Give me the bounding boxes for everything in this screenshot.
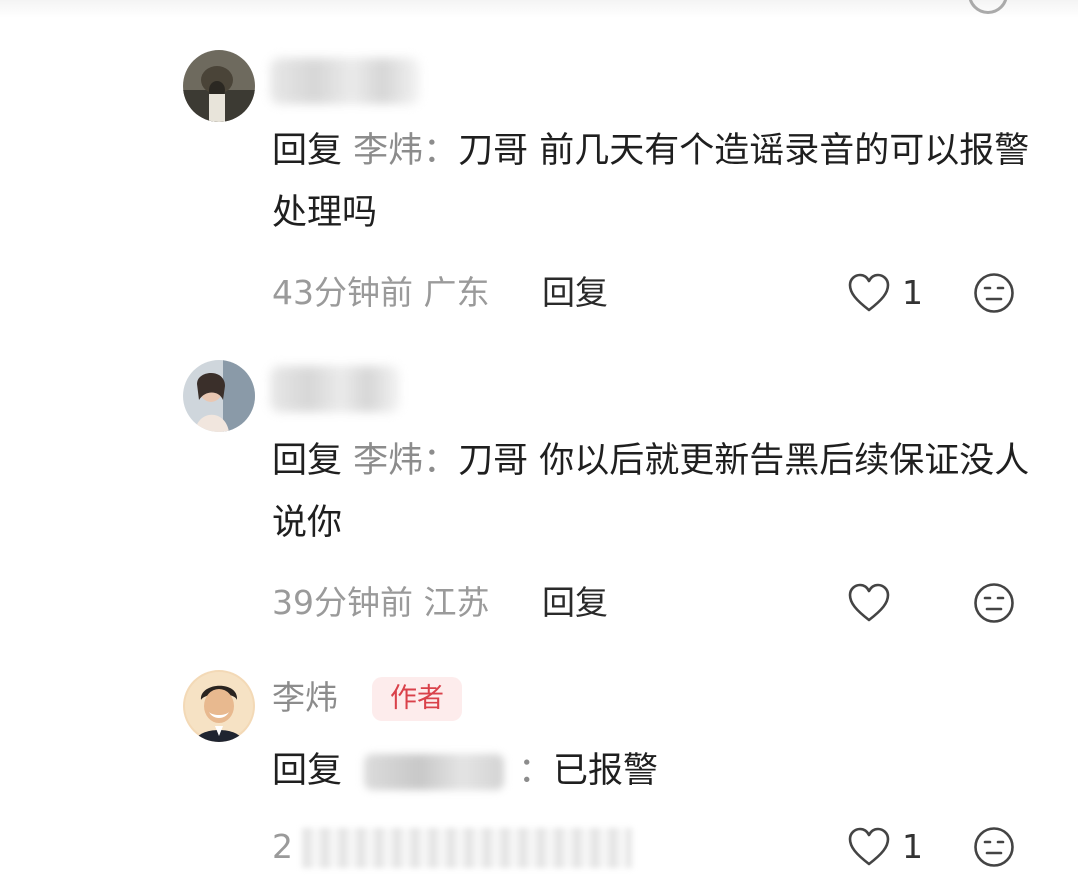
region: 广东	[423, 273, 490, 312]
heart-outline-icon[interactable]	[846, 580, 892, 626]
username-redacted	[270, 366, 400, 412]
comment-text: 回复 ：已报警	[272, 740, 1032, 802]
avatar[interactable]	[183, 360, 255, 432]
reply-button[interactable]: 回复	[542, 578, 608, 628]
avatar[interactable]	[183, 50, 255, 122]
comment-meta: 2 1	[272, 822, 1032, 872]
comment-text: 回复 李炜：刀哥 你以后就更新告黑后续保证没人说你	[272, 430, 1032, 554]
reply-target-redacted[interactable]	[364, 754, 505, 790]
reply-separator: ：	[518, 751, 554, 791]
reply-word: 回复	[272, 441, 343, 481]
timestamp-region: 43分钟前 广东	[272, 268, 490, 318]
author-badge: 作者	[372, 677, 462, 721]
neutral-face-icon[interactable]	[972, 271, 1016, 315]
timestamp: 2	[272, 827, 293, 866]
reply-target[interactable]: 李炜：	[353, 131, 458, 171]
reply-word: 回复	[272, 131, 343, 171]
username-redacted	[270, 58, 420, 104]
reply-target[interactable]: 李炜：	[353, 441, 458, 481]
neutral-face-icon[interactable]	[968, 0, 1008, 14]
region: 江苏	[423, 583, 490, 622]
reply-word: 回复	[272, 751, 343, 791]
comment-content: 已报警	[553, 751, 659, 791]
neutral-face-icon[interactable]	[972, 825, 1016, 869]
comment-thread: 回复 李炜：刀哥 前几天有个造谣录音的可以报警处理吗 43分钟前 广东 回复 1	[0, 0, 1078, 891]
timestamp-region: 39分钟前 江苏	[272, 578, 490, 628]
timestamp-redacted	[302, 828, 632, 868]
timestamp: 39分钟前	[272, 583, 413, 622]
heart-outline-icon[interactable]	[846, 824, 892, 870]
like-count: 1	[902, 827, 923, 866]
like-count: 1	[902, 273, 923, 312]
timestamp: 43分钟前	[272, 273, 413, 312]
heart-outline-icon[interactable]	[846, 270, 892, 316]
reply-button[interactable]: 回复	[542, 268, 608, 318]
username[interactable]: 李炜	[272, 675, 338, 721]
comment-text: 回复 李炜：刀哥 前几天有个造谣录音的可以报警处理吗	[272, 120, 1032, 244]
avatar[interactable]	[183, 670, 255, 742]
comment-meta: 39分钟前 江苏 回复	[272, 578, 1032, 628]
neutral-face-icon[interactable]	[972, 581, 1016, 625]
previous-comment-edge	[0, 0, 1078, 18]
comment-meta: 43分钟前 广东 回复 1	[272, 268, 1032, 318]
